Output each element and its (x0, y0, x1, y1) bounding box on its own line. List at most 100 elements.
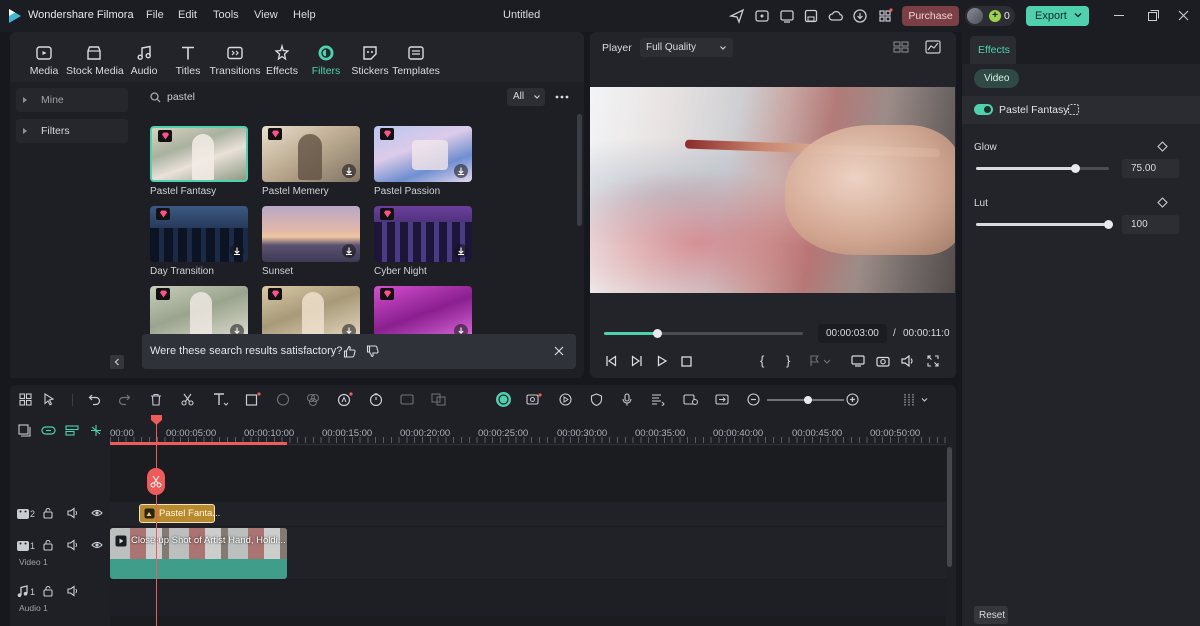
eye-icon[interactable] (91, 507, 105, 521)
glow-value-field[interactable]: 75.00 (1122, 159, 1179, 178)
marker-icon[interactable] (809, 355, 831, 367)
download-icon[interactable] (852, 8, 868, 24)
close-icon[interactable] (554, 346, 564, 356)
mark-in-icon[interactable]: { (760, 353, 764, 368)
add-media-icon[interactable] (683, 393, 698, 406)
menu-view[interactable]: View (254, 9, 278, 21)
filter-clip[interactable]: Pastel Fanta... (139, 504, 220, 523)
more-tools-icon[interactable] (903, 393, 929, 407)
filter-thumb-sunset[interactable] (262, 206, 360, 262)
snapshot-icon[interactable] (876, 355, 890, 367)
play-icon[interactable] (656, 355, 668, 367)
zoom-slider[interactable] (767, 396, 844, 404)
more-options-icon[interactable] (555, 95, 569, 99)
download-icon[interactable] (454, 244, 468, 258)
collapse-sidebar-button[interactable] (110, 355, 124, 369)
export-button[interactable]: Export (1026, 6, 1089, 26)
video-clip[interactable]: Close-up Shot of Artist Hand, Holdi... (110, 528, 287, 579)
menu-help[interactable]: Help (293, 9, 316, 21)
mark-out-icon[interactable]: } (786, 353, 790, 368)
cloud-icon[interactable] (828, 8, 844, 24)
color-match-icon[interactable] (276, 393, 290, 406)
reset-button[interactable]: Reset (974, 606, 1008, 624)
playhead-line[interactable] (156, 415, 157, 626)
tab-effects[interactable]: Effects (970, 36, 1016, 64)
glow-slider[interactable] (976, 164, 1109, 173)
zoom-out-icon[interactable] (747, 393, 760, 406)
filter-grid-scrollbar[interactable] (577, 114, 582, 226)
thumbs-down-icon[interactable] (366, 345, 379, 358)
video-preview[interactable] (590, 87, 955, 293)
speed-icon[interactable] (369, 393, 383, 406)
subtitle-icon[interactable] (651, 393, 665, 406)
render-preview-icon[interactable] (851, 355, 865, 367)
grid-apps-icon[interactable] (877, 8, 893, 24)
stabilize-icon[interactable] (400, 393, 414, 406)
split-scissors-icon[interactable] (181, 393, 194, 406)
speaker-icon[interactable] (67, 585, 81, 599)
tool-media[interactable]: Media (16, 44, 72, 77)
purchase-button[interactable]: Purchase (902, 6, 959, 26)
stop-icon[interactable] (681, 356, 692, 367)
menu-tools[interactable]: Tools (213, 9, 239, 21)
restore-icon[interactable] (1148, 10, 1159, 21)
minimize-icon[interactable] (1114, 15, 1124, 16)
grid-view-icon[interactable] (893, 41, 909, 53)
shield-icon[interactable] (590, 393, 603, 406)
speaker-icon[interactable] (67, 539, 81, 553)
playback-progress-handle[interactable] (653, 329, 662, 338)
lut-value-field[interactable]: 100 (1122, 215, 1179, 234)
current-time-box[interactable]: 00:00:03:00 (818, 324, 887, 343)
subtab-video[interactable]: Video (974, 69, 1019, 88)
timeline-scrollbar[interactable] (947, 447, 952, 567)
record-screen-icon[interactable] (526, 393, 542, 406)
download-icon[interactable] (230, 244, 244, 258)
magnet-icon[interactable] (89, 424, 103, 437)
lock-icon[interactable] (42, 507, 56, 521)
playback-progress-track[interactable] (604, 329, 803, 338)
prev-frame-icon[interactable] (605, 355, 617, 367)
crop-icon[interactable] (245, 392, 261, 407)
playhead-head[interactable] (151, 415, 162, 425)
add-track-icon[interactable] (18, 424, 31, 437)
split-handle[interactable] (147, 468, 165, 495)
sidebar-item-mine[interactable]: Mine (16, 88, 128, 112)
microphone-icon[interactable] (621, 393, 633, 406)
effect-mask-icon[interactable] (1067, 103, 1080, 116)
redo-icon[interactable] (118, 393, 131, 406)
delete-icon[interactable] (150, 393, 162, 406)
thumbs-up-icon[interactable] (343, 345, 356, 358)
send-icon[interactable] (729, 8, 745, 24)
search-input[interactable]: pastel (167, 91, 467, 103)
text-tool-icon[interactable] (213, 392, 229, 407)
zoom-slider-handle[interactable] (804, 396, 812, 404)
volume-icon[interactable] (901, 355, 915, 367)
download-icon[interactable] (342, 164, 356, 178)
tool-templates[interactable]: Templates (388, 44, 444, 77)
keyframe-diamond-icon[interactable] (1157, 197, 1168, 208)
filter-thumb-cyber-night[interactable] (374, 206, 472, 262)
menu-file[interactable]: File (146, 9, 164, 21)
speaker-icon[interactable] (67, 507, 81, 521)
save-icon[interactable] (803, 8, 819, 24)
filter-select[interactable]: All (507, 88, 545, 106)
avatar[interactable] (967, 8, 983, 24)
zoom-in-icon[interactable] (846, 393, 859, 406)
auto-ripple-icon[interactable] (65, 424, 79, 437)
close-icon[interactable] (1178, 10, 1189, 21)
translate-icon[interactable] (431, 393, 446, 406)
lut-slider-handle[interactable] (1104, 220, 1113, 229)
tool-stock-media[interactable]: Stock Media (66, 44, 124, 77)
feedback-icon[interactable] (754, 8, 770, 24)
account-pill[interactable]: + 0 (965, 6, 1015, 26)
ai-face-icon[interactable] (495, 391, 512, 408)
effect-toggle[interactable] (974, 104, 993, 115)
filter-thumb-pastel-passion[interactable] (374, 126, 472, 182)
next-frame-icon[interactable] (631, 355, 643, 367)
filter-thumb-pastel-memery[interactable] (262, 126, 360, 182)
download-icon[interactable] (454, 164, 468, 178)
keyframe-diamond-icon[interactable] (1157, 141, 1168, 152)
fit-icon[interactable] (715, 393, 729, 406)
download-icon[interactable] (342, 244, 356, 258)
link-icon[interactable] (41, 424, 56, 437)
